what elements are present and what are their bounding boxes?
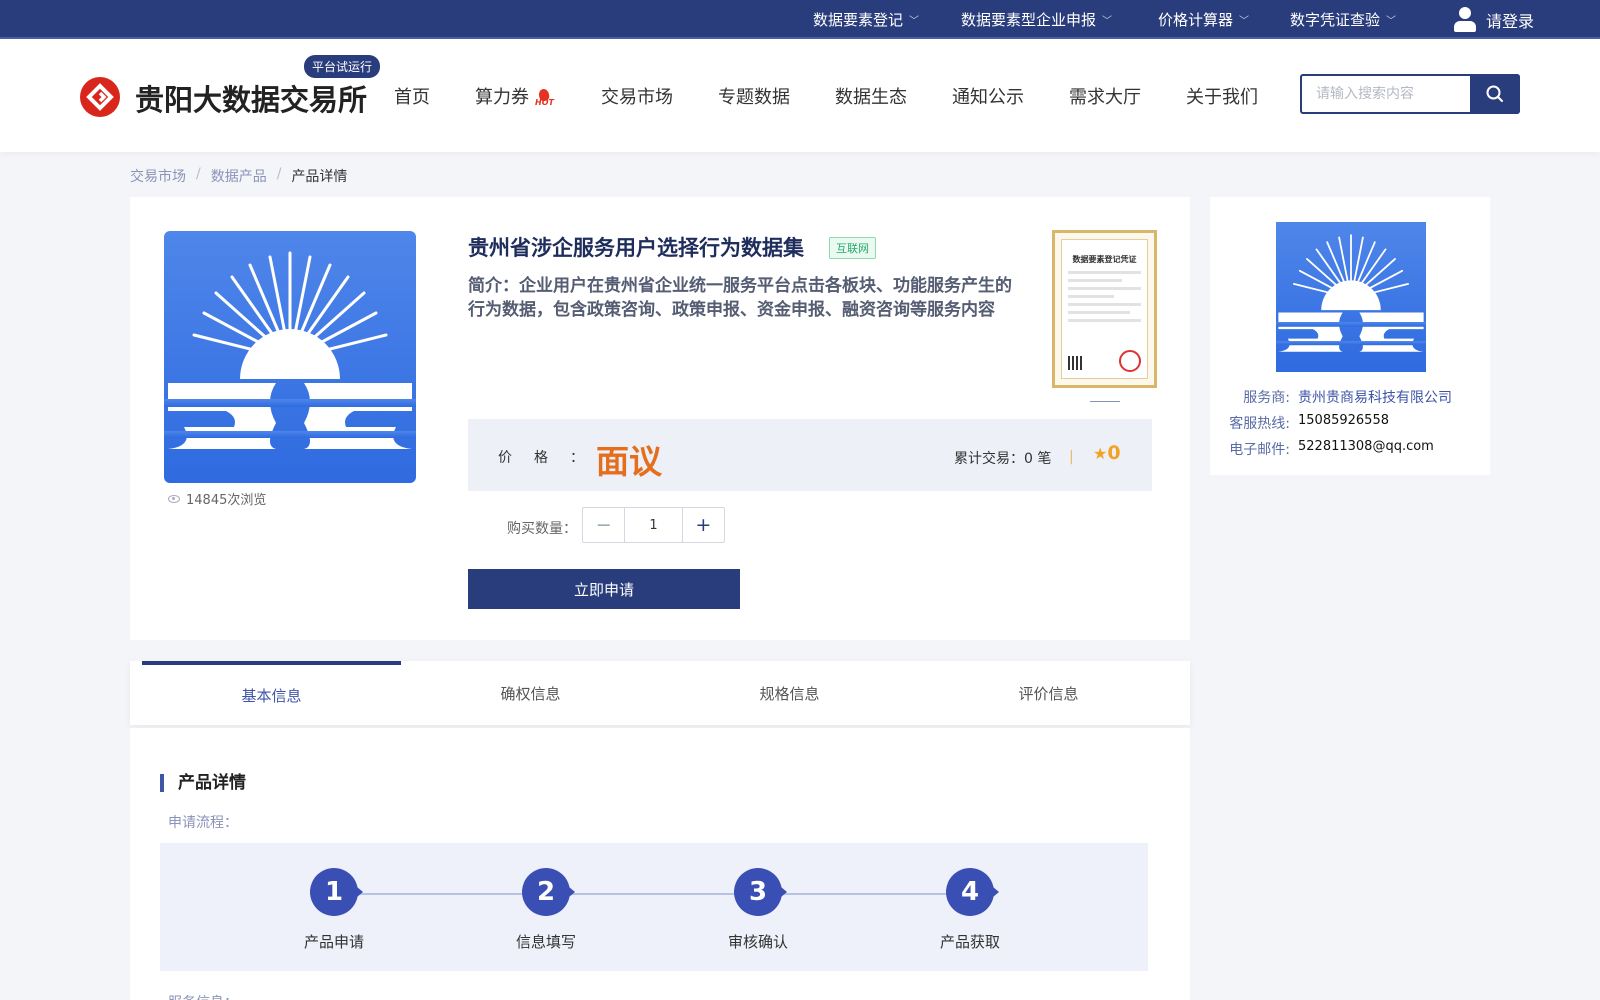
step-number: 3: [734, 868, 787, 916]
tab-ownership-info[interactable]: 确权信息: [401, 661, 660, 725]
step-label: 信息填写: [515, 933, 576, 951]
service-label: 服务商:: [1243, 390, 1290, 406]
chevron-down-icon: ﹀: [1386, 16, 1397, 27]
nav-label: 算力券: [475, 87, 529, 108]
quantity-stepper: − 1 +: [582, 507, 725, 543]
nav-home[interactable]: 首页: [394, 83, 430, 109]
product-title: 贵州省涉企服务用户选择行为数据集: [468, 236, 804, 260]
trade-label: 累计交易：: [954, 451, 1024, 467]
quantity-plus-button[interactable]: +: [683, 508, 724, 542]
view-count: 14845次浏览: [168, 489, 266, 508]
search-button[interactable]: [1470, 74, 1520, 114]
nav-notices[interactable]: 通知公示: [952, 83, 1024, 109]
search-input[interactable]: [1302, 76, 1470, 112]
menu-label: 价格计算器: [1158, 11, 1234, 29]
product-image: [164, 231, 416, 483]
chevron-down-icon: ﹀: [909, 16, 920, 27]
menu-label: 数据要素登记: [813, 11, 904, 29]
step-number: 4: [946, 868, 999, 916]
breadcrumb-market[interactable]: 交易市场: [130, 166, 186, 186]
price-label: 价格：: [498, 450, 606, 466]
top-bar: 数据要素登记 ﹀ 数据要素型企业申报 ﹀ 价格计算器 ﹀ 数字凭证查验 ﹀ 请登…: [0, 0, 1600, 39]
process-label: 申请流程：: [168, 815, 238, 831]
nav-about[interactable]: 关于我们: [1186, 83, 1258, 109]
chevron-down-icon: ﹀: [1102, 16, 1113, 27]
menu-label: 数字凭证查验: [1290, 11, 1381, 29]
breadcrumb-data-products[interactable]: 数据产品: [211, 166, 267, 186]
breadcrumb-current: 产品详情: [291, 169, 348, 185]
category-tag: 互联网: [829, 237, 876, 259]
login-label: 请登录: [1485, 11, 1534, 31]
price-value: 面议: [596, 442, 662, 481]
trade-value: 0: [1024, 451, 1033, 467]
hot-flame-icon: HOT: [533, 88, 557, 107]
certificate-title: 数据要素登记凭证: [1072, 255, 1137, 264]
nav-topic-data[interactable]: 专题数据: [718, 83, 790, 109]
tab-basic-info[interactable]: 基本信息: [142, 661, 401, 725]
quantity-minus-button[interactable]: −: [583, 508, 624, 542]
quantity-input[interactable]: 1: [624, 508, 683, 542]
brand-name[interactable]: 贵阳大数据交易所: [135, 77, 367, 119]
nav-ecosystem[interactable]: 数据生态: [835, 83, 907, 109]
email-value: 522811308@qq.com: [1298, 439, 1434, 454]
provider-email: 电子邮件: 522811308@qq.com: [1220, 439, 1434, 459]
step-label: 产品申请: [303, 933, 364, 951]
trade-unit: 笔: [1037, 451, 1052, 467]
breadcrumb-separator: /: [276, 166, 282, 182]
registration-certificate[interactable]: 数据要素登记凭证: [1052, 230, 1157, 388]
user-icon: [1453, 6, 1476, 33]
site-header: 贵阳大数据交易所 平台试运行 首页 算力券 HOT 交易市场 专题数据 数据生态 …: [0, 39, 1600, 152]
menu-label: 数据要素型企业申报: [961, 11, 1097, 29]
stamp-icon: [1119, 350, 1141, 372]
star-icon: ★: [1093, 444, 1108, 463]
email-label: 电子邮件:: [1229, 442, 1290, 458]
section-title: 产品详情: [160, 774, 246, 792]
provider-hotline: 客服热线: 15085926558: [1220, 413, 1389, 433]
search-icon: [1486, 85, 1503, 102]
qr-code-icon: [1068, 356, 1082, 370]
rating: ★0: [1093, 442, 1121, 464]
login-link[interactable]: 请登录: [1453, 0, 1534, 39]
detail-tabs: 基本信息 确权信息 规格信息 评价信息: [130, 661, 1190, 725]
view-count-text: 14845次浏览: [186, 493, 267, 508]
menu-price-calculator[interactable]: 价格计算器 ﹀: [1158, 0, 1249, 39]
nav-market[interactable]: 交易市场: [601, 83, 673, 109]
provider-logo: [1276, 222, 1426, 372]
hotline-label: 客服热线:: [1229, 416, 1290, 432]
step-number: 1: [310, 868, 363, 916]
divider: |: [1069, 449, 1074, 465]
step-number: 2: [522, 868, 575, 916]
provider-service: 服务商: 贵州贵商易科技有限公司: [1220, 387, 1452, 407]
service-info-label: 服务信息：: [168, 992, 238, 1000]
trial-badge: 平台试运行: [304, 55, 381, 78]
hotline-value: 15085926558: [1298, 413, 1389, 428]
menu-enterprise-declaration[interactable]: 数据要素型企业申报 ﹀: [961, 0, 1112, 39]
step-label: 产品获取: [939, 933, 1000, 951]
step-label: 审核确认: [727, 933, 788, 951]
process-connector: [333, 893, 973, 895]
exchange-logo-icon[interactable]: [80, 77, 120, 117]
breadcrumb: 交易市场 / 数据产品 / 产品详情: [130, 166, 347, 186]
search-box: [1300, 74, 1520, 114]
apply-button[interactable]: 立即申请: [468, 569, 740, 609]
certificate-indicator[interactable]: [1090, 401, 1120, 402]
price-panel: 价格： 面议 累计交易：0 笔 | ★0: [468, 419, 1152, 491]
tab-review-info[interactable]: 评价信息: [919, 661, 1178, 725]
tab-spec-info[interactable]: 规格信息: [660, 661, 919, 725]
nav-compute-voucher[interactable]: 算力券 HOT: [475, 83, 557, 109]
breadcrumb-separator: /: [196, 166, 201, 182]
trade-count: 累计交易：0 笔: [954, 448, 1051, 468]
eye-icon: [168, 494, 180, 503]
product-intro: 简介：企业用户在贵州省企业统一服务平台点击各板块、功能服务产生的行为数据，包含政…: [468, 276, 1012, 320]
rating-value: 0: [1107, 442, 1121, 464]
quantity-label: 购买数量：: [507, 521, 577, 537]
chevron-down-icon: ﹀: [1239, 16, 1250, 27]
nav-demand-hall[interactable]: 需求大厅: [1069, 83, 1141, 109]
menu-digital-voucher[interactable]: 数字凭证查验 ﹀: [1290, 0, 1396, 39]
service-value[interactable]: 贵州贵商易科技有限公司: [1298, 387, 1452, 407]
menu-data-registration[interactable]: 数据要素登记 ﹀: [813, 0, 919, 39]
